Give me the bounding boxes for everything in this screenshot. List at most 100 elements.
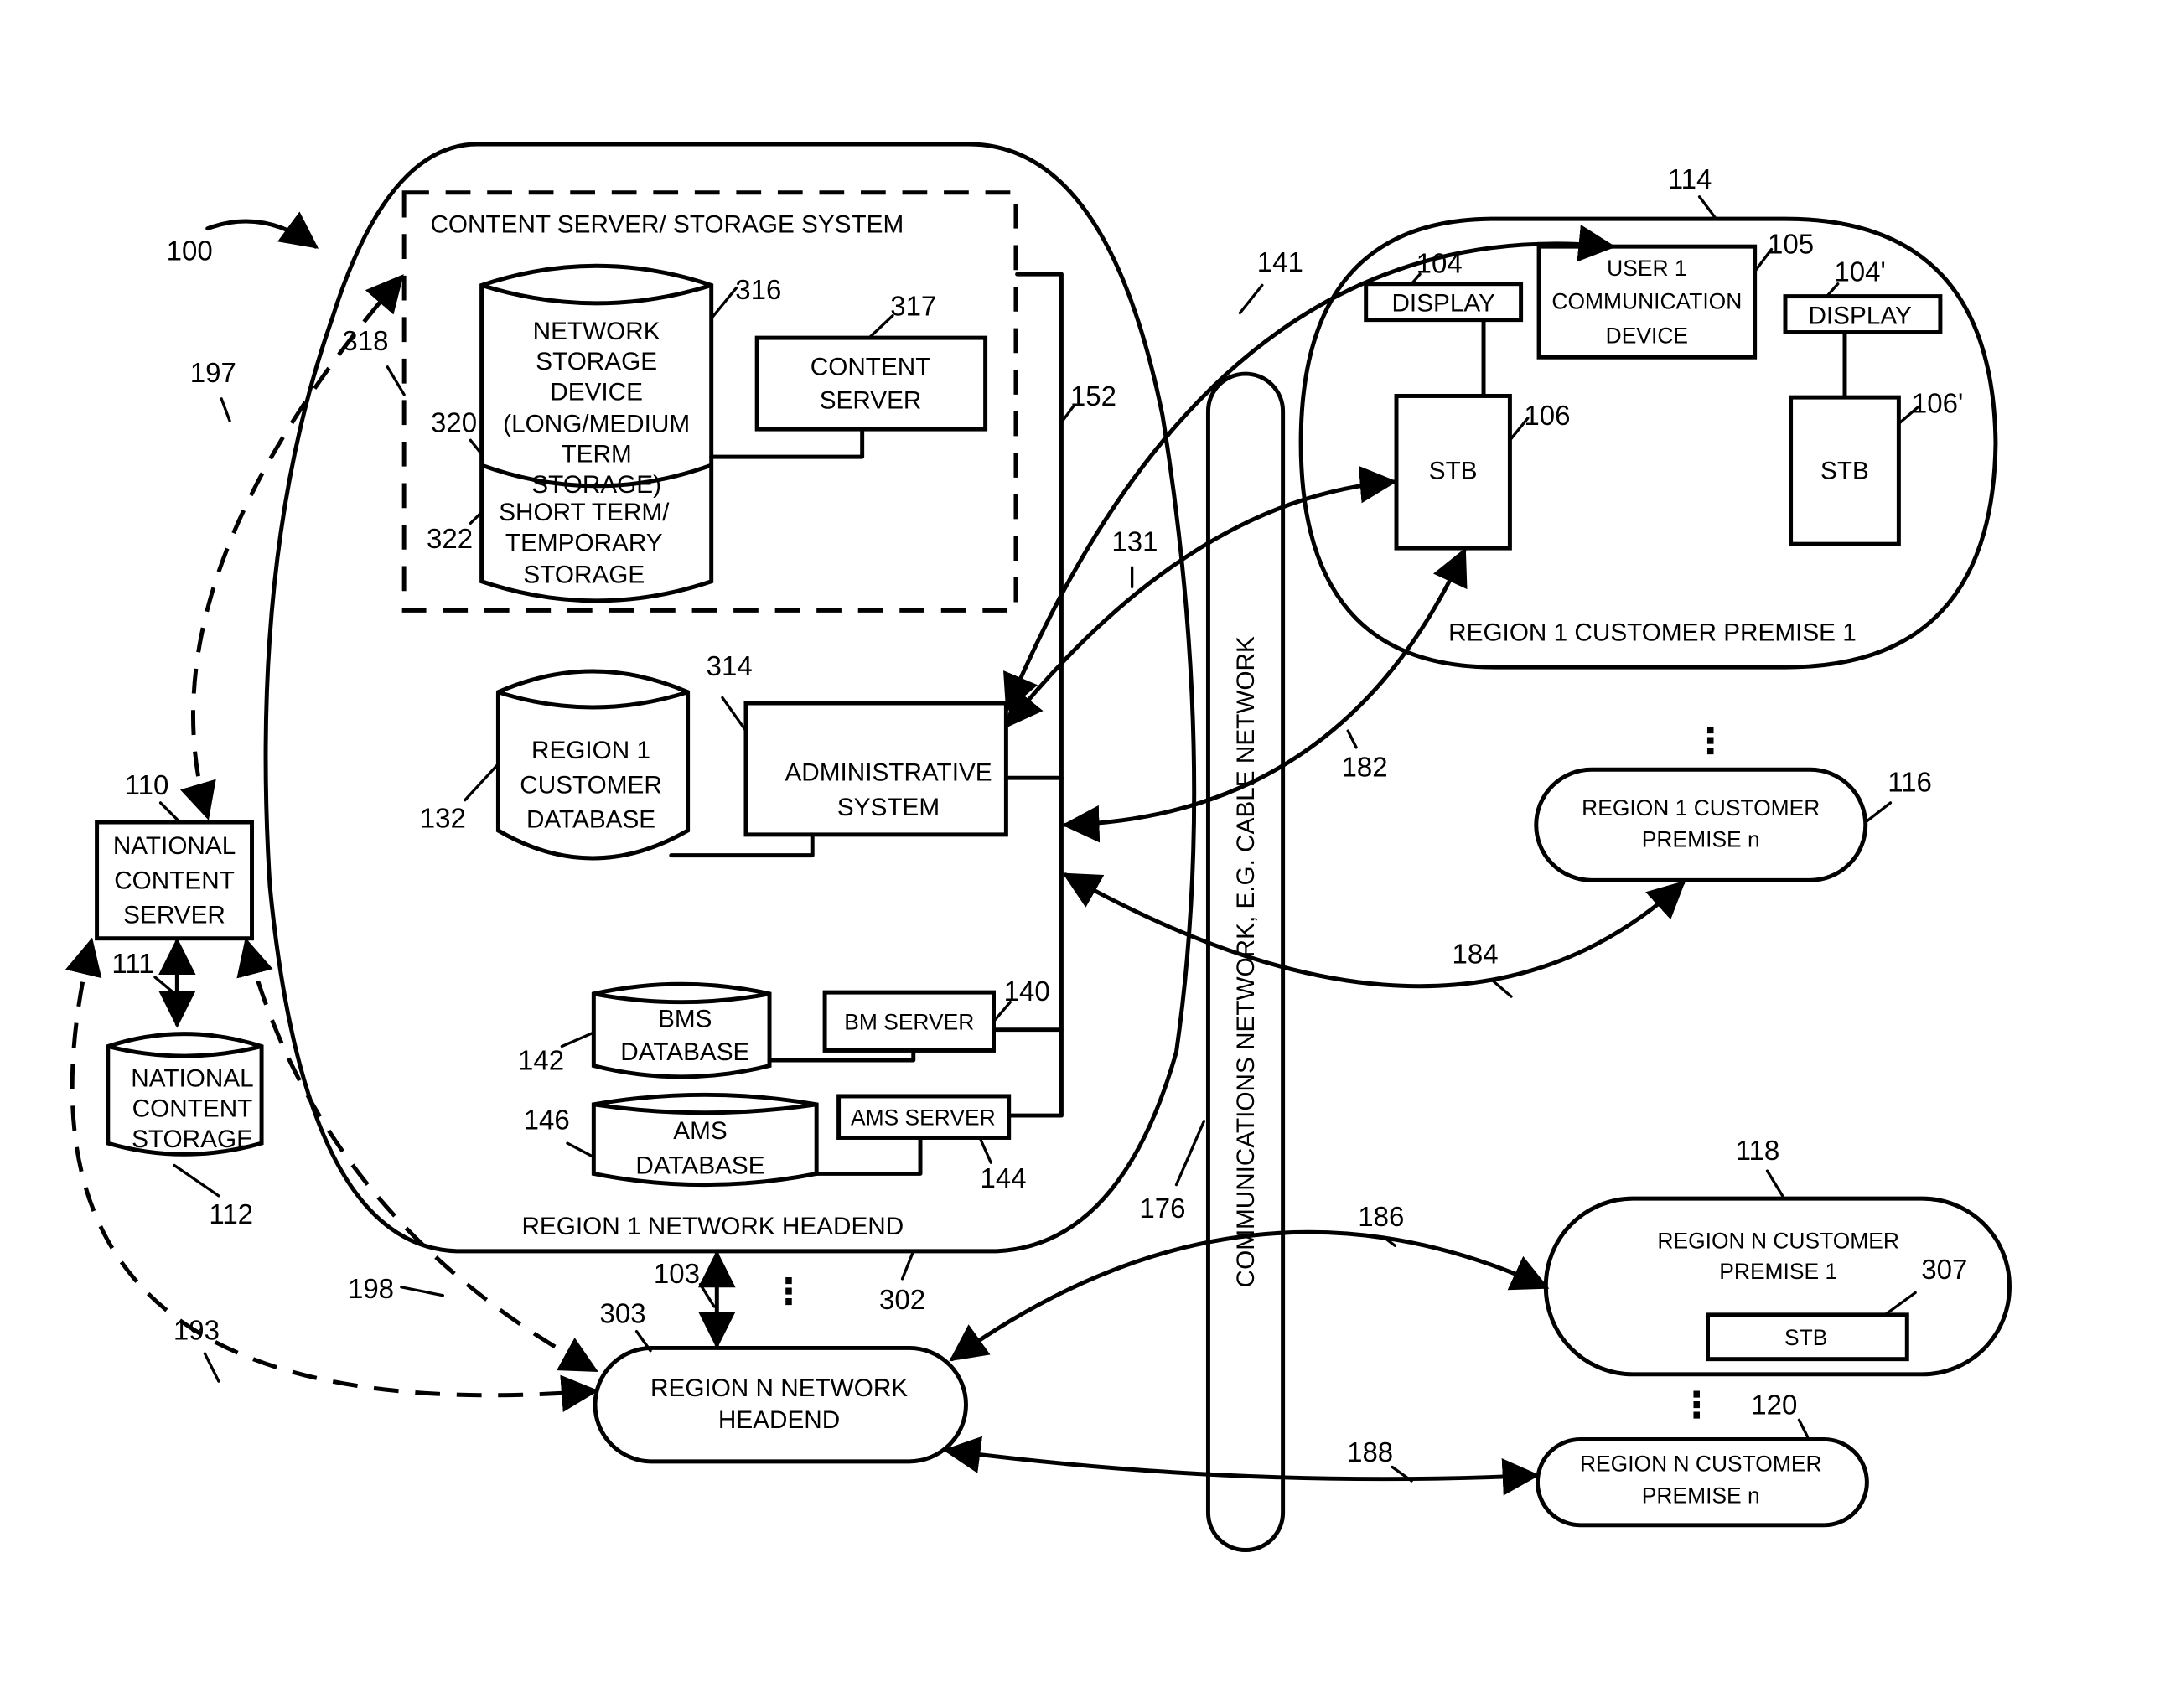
ref-131: 131 <box>1111 525 1158 556</box>
ams-db-line-1: AMS <box>673 1117 727 1145</box>
ref-142-leader <box>560 1031 595 1048</box>
national-content-storage[interactable]: NATIONAL CONTENT STORAGE 112 <box>106 1032 264 1229</box>
rnh-line-2: HEADEND <box>718 1406 840 1434</box>
ref-182-leader <box>1346 729 1358 749</box>
ams-server-db-connector <box>814 1136 923 1176</box>
region-n-headend-box <box>593 1345 968 1464</box>
ref-114: 114 <box>1668 163 1712 194</box>
network-diagram: 100 REGION 1 NETWORK HEADEND 302 CONTENT… <box>65 142 2012 1553</box>
ref-100-arrow <box>205 211 319 249</box>
region1-headend-outline <box>263 142 1197 1254</box>
ref-110: 110 <box>125 769 169 800</box>
premise-ellipsis-2: ⋮ <box>1679 1385 1715 1426</box>
ref-144: 144 <box>981 1162 1027 1193</box>
ref-118-leader <box>1765 1169 1784 1198</box>
nsd-line-5: TERM <box>562 441 632 468</box>
ref-317-leader <box>867 314 894 339</box>
rnpn-line-2: PREMISE n <box>1642 1483 1760 1508</box>
r1pn-line-1: REGION 1 CUSTOMER <box>1582 795 1820 820</box>
ref-104b: 104' <box>1834 256 1885 287</box>
ref-307: 307 <box>1921 1254 1967 1285</box>
administrative-system[interactable]: ADMINISTRATIVE SYSTEM 314 <box>669 650 1064 858</box>
premise-ellipsis-1: ⋮ <box>1692 721 1728 761</box>
ref-142: 142 <box>518 1045 564 1076</box>
nst-line-2: CONTENT <box>132 1095 253 1123</box>
region1-premise-n[interactable]: REGION 1 CUSTOMER PREMISE n 116 ⋮ <box>1534 721 1932 882</box>
bms-db-line-2: DATABASE <box>620 1038 749 1066</box>
ref-176: 176 <box>1139 1193 1185 1224</box>
ncs-line-1: NATIONAL <box>113 832 236 860</box>
ncs-line-2: CONTENT <box>114 867 235 894</box>
link-193 <box>65 937 599 1412</box>
ams-server[interactable]: AMS SERVER 144 <box>814 1094 1027 1193</box>
comm-device-line-1: USER 1 <box>1607 256 1686 281</box>
ams-server-label: AMS SERVER <box>851 1105 996 1131</box>
content-server-line-2: SERVER <box>820 386 922 414</box>
rnp1-line-2: PREMISE 1 <box>1719 1259 1837 1284</box>
region1-premise-1[interactable]: REGION 1 CUSTOMER PREMISE 1 114 DISPLAY … <box>1298 163 1998 670</box>
nsd-line-2: STORAGE <box>536 348 657 375</box>
sts-line-1: SHORT TERM/ <box>499 499 670 526</box>
ref-186: 186 <box>1358 1201 1404 1232</box>
national-content-server[interactable]: NATIONAL CONTENT SERVER 110 <box>95 769 254 941</box>
ref-103-leader <box>698 1282 716 1308</box>
content-server-box <box>754 335 988 432</box>
sts-line-3: STORAGE <box>523 561 645 588</box>
ref-118: 118 <box>1736 1135 1780 1166</box>
ref-314: 314 <box>707 650 753 681</box>
region-n-premise-1[interactable]: REGION N CUSTOMER PREMISE 1 118 STB 307 <box>1543 1135 2012 1377</box>
link-188 <box>942 1436 1541 1496</box>
ref-116-leader <box>1864 801 1893 824</box>
content-server[interactable]: CONTENT SERVER 317 <box>709 291 988 459</box>
ref-103: 103 <box>654 1258 700 1289</box>
ref-111: 111 <box>111 948 153 979</box>
ref-105-leader <box>1753 247 1774 273</box>
content-server-storage-connector <box>709 427 865 459</box>
region-n-headend[interactable]: REGION N NETWORK HEADEND 303 <box>593 1298 968 1464</box>
ref-198: 198 <box>348 1273 394 1304</box>
display-104-label: DISPLAY <box>1391 290 1495 318</box>
ref-112: 112 <box>209 1198 253 1229</box>
link-182 <box>1061 547 1468 843</box>
ref-141-leader <box>1238 283 1264 315</box>
region1-customer-database[interactable]: REGION 1 CUSTOMER DATABASE 132 <box>420 669 691 861</box>
premise1-label: REGION 1 CUSTOMER PREMISE 1 <box>1448 619 1857 647</box>
customer-db-line-2: CUSTOMER <box>520 771 662 799</box>
rnp1-line-1: REGION N CUSTOMER <box>1657 1229 1899 1254</box>
ref-106: 106 <box>1524 400 1570 431</box>
nsd-line-6: STORAGE) <box>531 471 661 499</box>
ref-188: 188 <box>1347 1436 1393 1467</box>
ref-316-leader <box>710 287 738 320</box>
nsd-line-3: DEVICE <box>550 378 643 406</box>
bm-server[interactable]: BM SERVER 140 <box>767 976 1064 1063</box>
rnh-line-1: REGION N NETWORK <box>650 1374 908 1402</box>
nst-line-3: STORAGE <box>132 1126 253 1153</box>
content-server-line-1: CONTENT <box>811 354 931 381</box>
ref-316: 316 <box>735 274 781 305</box>
ref-116: 116 <box>1888 767 1932 798</box>
ref-322: 322 <box>427 523 473 554</box>
stb-106b-label: STB <box>1820 458 1869 485</box>
headend-ellipsis: ⋮ <box>771 1272 807 1312</box>
comm-network-label: COMMUNICATIONS NETWORK, E.G. CABLE NETWO… <box>1232 636 1260 1287</box>
sts-line-2: TEMPORARY <box>505 529 663 556</box>
ref-320: 320 <box>431 406 477 437</box>
bms-database[interactable]: BMS DATABASE 142 <box>518 981 772 1079</box>
stb-307-label: STB <box>1784 1325 1827 1350</box>
ref-314-leader <box>721 696 748 732</box>
ref-197: 197 <box>190 357 236 388</box>
ams-db-line-2: DATABASE <box>635 1152 764 1179</box>
region1-premise-n-box <box>1534 767 1868 882</box>
admin-line-2: SYSTEM <box>837 794 940 821</box>
ref-318-leader <box>386 365 406 396</box>
region-n-premise-n[interactable]: REGION N CUSTOMER PREMISE n 120 ⋮ <box>1535 1385 1869 1528</box>
ref-141: 141 <box>1257 246 1303 277</box>
admin-line-1: ADMINISTRATIVE <box>785 758 992 786</box>
ref-197-leader <box>220 397 231 422</box>
network-storage-device[interactable]: NETWORK STORAGE DEVICE (LONG/MEDIUM TERM… <box>427 263 781 603</box>
ref-317: 317 <box>890 291 936 322</box>
ref-144-leader <box>978 1136 992 1164</box>
ams-database[interactable]: AMS DATABASE 146 <box>524 1092 819 1188</box>
link-184 <box>1062 872 1686 989</box>
comm-device-line-3: DEVICE <box>1606 323 1688 349</box>
